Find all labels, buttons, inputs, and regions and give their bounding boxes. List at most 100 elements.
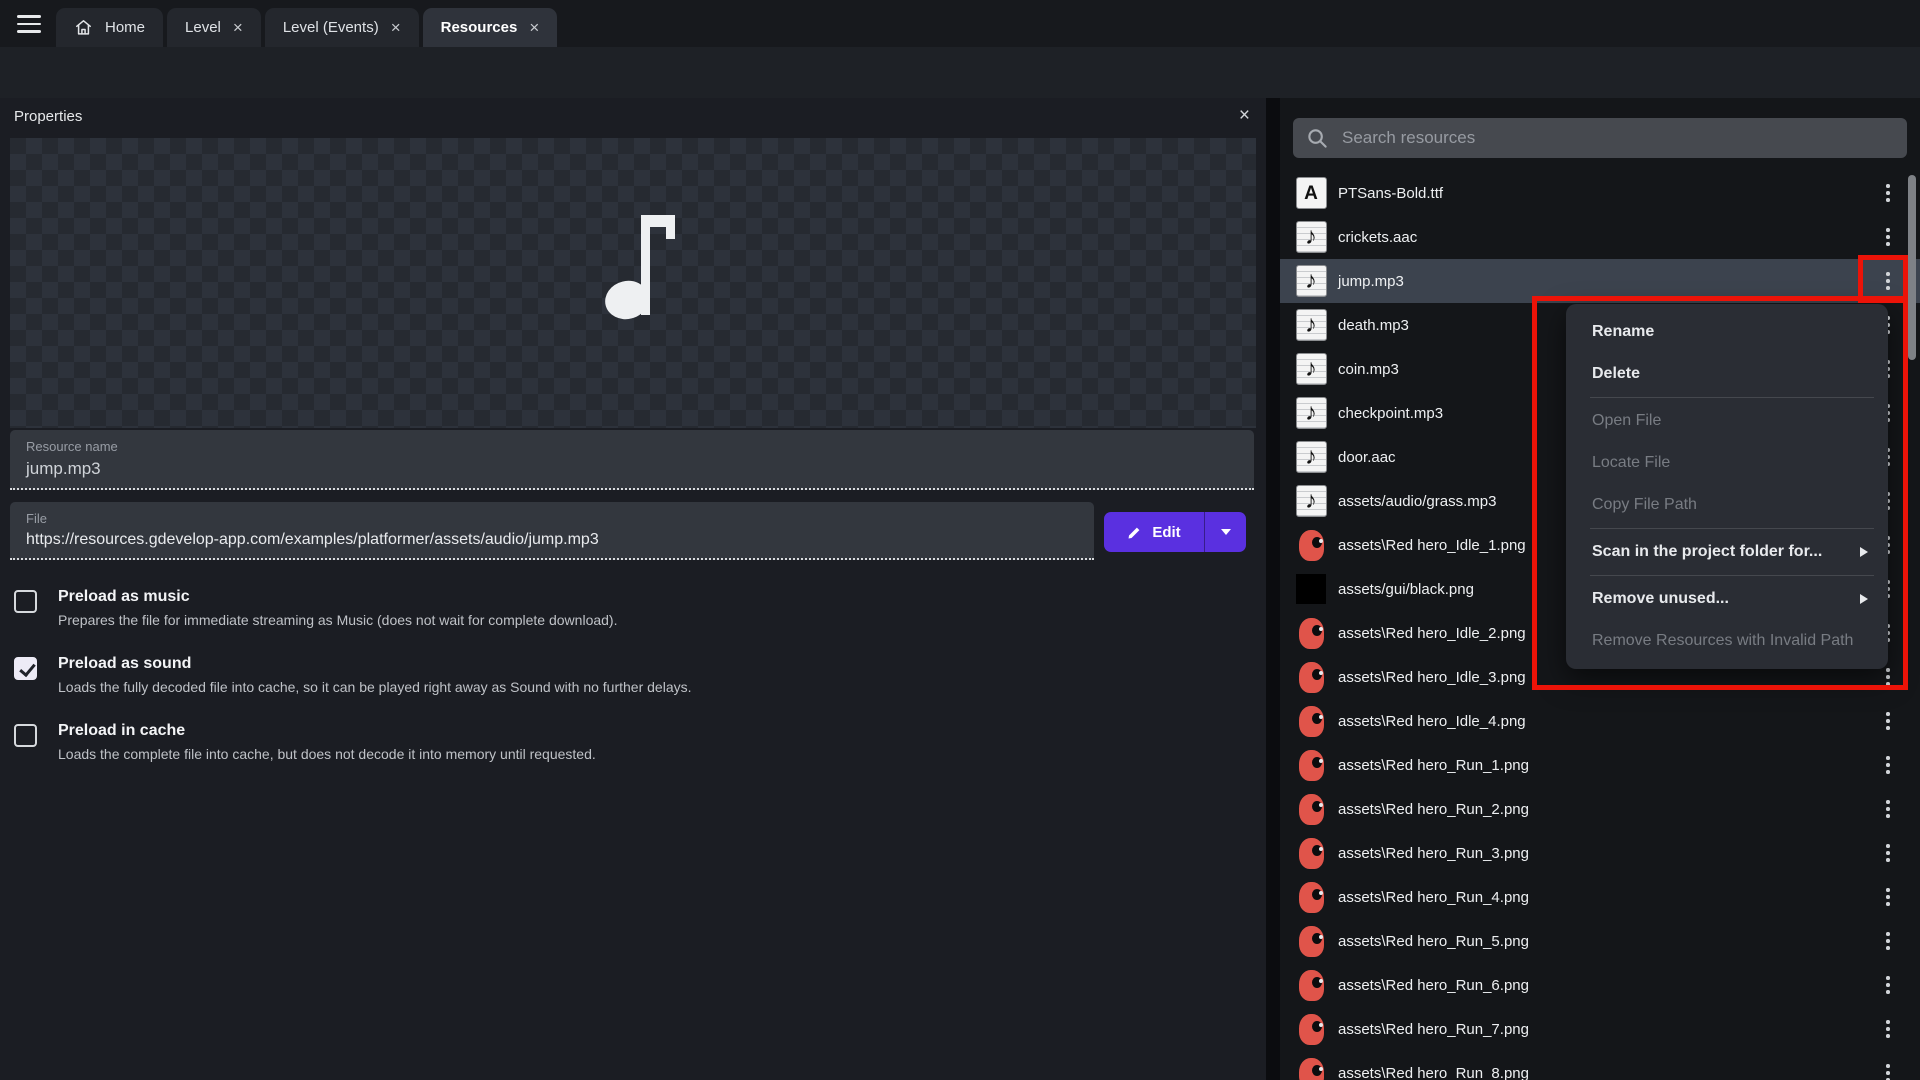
context-menu-item-label: Rename [1592,323,1654,341]
resource-type-icon: ♪ [1294,484,1328,518]
resource-name: checkpoint.mp3 [1338,405,1443,422]
tab-level[interactable]: Level × [167,8,261,47]
close-icon[interactable]: × [391,19,401,36]
checkbox[interactable] [14,590,37,613]
edit-button[interactable]: Edit [1104,512,1204,552]
resource-options-icon[interactable] [1878,842,1898,864]
edit-options-dropdown[interactable] [1204,512,1246,552]
resource-name: assets\Red hero_Run_3.png [1338,845,1529,862]
file-field[interactable]: File https://resources.gdevelop-app.com/… [10,502,1094,560]
red-hero-sprite-icon [1299,530,1324,561]
preload-option-row: Preload as music Prepares the file for i… [14,588,1214,628]
context-menu-item-label: Delete [1592,365,1640,383]
resource-type-icon [1294,572,1328,606]
resource-list-item[interactable]: ♪ crickets.aac [1280,215,1920,259]
context-menu-item-label: Open File [1592,412,1661,430]
resource-list-item[interactable]: assets\Red hero_Run_6.png [1280,963,1920,1007]
resource-options-icon[interactable] [1878,798,1898,820]
resource-list-item[interactable]: A PTSans-Bold.ttf [1280,171,1920,215]
context-menu-item[interactable]: Remove unused... [1566,578,1888,620]
resource-options-icon[interactable] [1878,930,1898,952]
context-menu-item-label: Copy File Path [1592,496,1697,514]
tab-level-events-[interactable]: Level (Events) × [265,8,419,47]
tab-bar: Home Level × Level (Events) × Resources … [0,0,1920,47]
context-menu-item[interactable]: Scan in the project folder for... [1566,531,1888,573]
checkbox[interactable] [14,724,37,747]
resource-type-icon [1294,1012,1328,1046]
context-menu-item-label: Locate File [1592,454,1670,472]
resource-options-icon[interactable] [1878,226,1898,248]
resource-type-icon [1294,748,1328,782]
close-icon[interactable]: × [233,19,243,36]
resource-name: assets/audio/grass.mp3 [1338,493,1496,510]
resource-name: crickets.aac [1338,229,1417,246]
menu-divider [1590,397,1874,398]
resource-list-item[interactable]: assets\Red hero_Idle_4.png [1280,699,1920,743]
resource-name: assets\Red hero_Run_1.png [1338,757,1529,774]
properties-header: Properties × [0,98,1266,138]
resource-list-item[interactable]: assets\Red hero_Run_7.png [1280,1007,1920,1051]
resource-type-icon [1294,616,1328,650]
resource-options-icon[interactable] [1878,974,1898,996]
resource-options-icon[interactable] [1878,666,1898,688]
resource-list-item[interactable]: assets\Red hero_Run_3.png [1280,831,1920,875]
context-menu-item[interactable]: Rename [1566,311,1888,353]
home-icon [74,18,93,37]
gdevelop-app-window: Home Level × Level (Events) × Resources … [0,0,1920,1080]
resource-type-icon: ♪ [1294,308,1328,342]
resource-options-icon[interactable] [1878,270,1898,292]
tab-label: Level [185,19,221,36]
tab-home[interactable]: Home [56,8,163,47]
main-menu-icon[interactable] [10,9,48,39]
context-menu-item-label: Remove unused... [1592,590,1729,608]
tab-strip: Home Level × Level (Events) × Resources … [56,8,557,47]
context-menu-item: Remove Resources with Invalid Path [1566,620,1888,662]
resource-preview-area [10,138,1256,428]
resource-options-icon[interactable] [1878,1018,1898,1040]
resource-name: assets\Red hero_Run_8.png [1338,1065,1529,1080]
resource-options-icon[interactable] [1878,754,1898,776]
red-hero-sprite-icon [1299,1014,1324,1045]
checkbox[interactable] [14,657,37,680]
close-icon[interactable]: × [529,19,539,36]
search-input[interactable]: Search resources [1293,118,1907,158]
context-menu-item: Locate File [1566,442,1888,484]
resource-name: assets/gui/black.png [1338,581,1474,598]
file-label: File [26,511,1078,526]
red-hero-sprite-icon [1299,794,1324,825]
resource-options-icon[interactable] [1878,710,1898,732]
resource-name-field[interactable]: Resource name jump.mp3 [10,430,1254,490]
resource-type-icon: ♪ [1294,352,1328,386]
resource-type-icon: ♪ [1294,396,1328,430]
submenu-arrow-icon [1860,594,1868,604]
search-icon [1306,127,1329,150]
context-menu-item-label: Scan in the project folder for... [1592,543,1822,561]
resource-name: assets\Red hero_Run_4.png [1338,889,1529,906]
preload-option-row: Preload in cache Loads the complete file… [14,722,1214,762]
resource-name: assets\Red hero_Idle_3.png [1338,669,1526,686]
resource-options-icon[interactable] [1878,182,1898,204]
resource-name: jump.mp3 [1338,273,1404,290]
resource-name: assets\Red hero_Run_7.png [1338,1021,1529,1038]
resource-list-item[interactable]: ♪ jump.mp3 [1280,259,1920,303]
resource-list-scrollbar[interactable] [1908,175,1916,360]
close-icon[interactable]: × [1239,105,1250,127]
resource-options-icon[interactable] [1878,886,1898,908]
context-menu-item[interactable]: Delete [1566,353,1888,395]
red-hero-sprite-icon [1299,662,1324,693]
resource-list-item[interactable]: assets\Red hero_Run_2.png [1280,787,1920,831]
resource-list-item[interactable]: assets\Red hero_Run_1.png [1280,743,1920,787]
resource-list-item[interactable]: assets\Red hero_Run_5.png [1280,919,1920,963]
menu-divider [1590,528,1874,529]
checkbox-description: Prepares the file for immediate streamin… [58,612,1214,628]
properties-title: Properties [14,108,82,125]
resource-options-icon[interactable] [1878,1062,1898,1080]
properties-panel: Properties × Resource name jump.mp3 File… [0,98,1266,1080]
resource-name: death.mp3 [1338,317,1409,334]
resource-list-item[interactable]: assets\Red hero_Run_4.png [1280,875,1920,919]
tab-resources[interactable]: Resources × [423,8,558,47]
edit-split-button: Edit [1104,512,1246,552]
checkbox-label: Preload in cache [58,722,1214,740]
resource-name: assets\Red hero_Idle_1.png [1338,537,1526,554]
resource-list-item[interactable]: assets\Red hero_Run_8.png [1280,1051,1920,1080]
